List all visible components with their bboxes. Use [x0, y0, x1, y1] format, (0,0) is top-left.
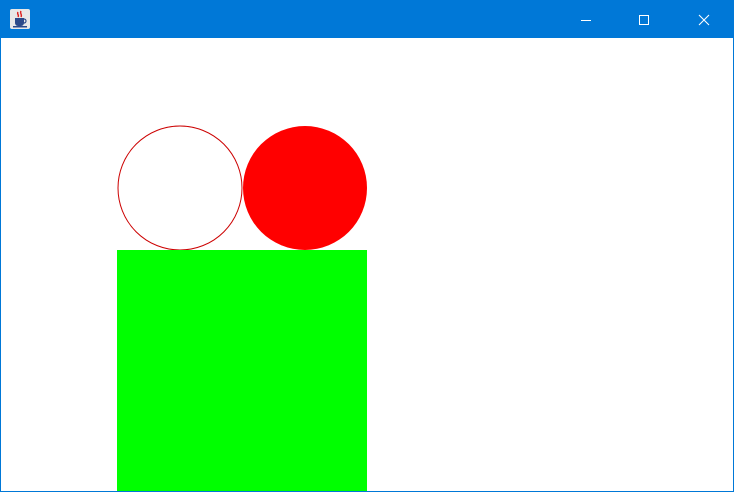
minimize-button[interactable]: [557, 1, 615, 38]
app-window: [0, 0, 734, 492]
filled-circle: [243, 126, 367, 250]
title-bar[interactable]: [1, 1, 733, 38]
drawing-canvas: [1, 38, 733, 491]
close-icon: [698, 14, 710, 26]
maximize-button[interactable]: [615, 1, 673, 38]
minimize-icon: [580, 14, 592, 26]
canvas-svg: [117, 125, 367, 491]
java-cup-icon[interactable]: [10, 9, 30, 29]
close-button[interactable]: [675, 1, 733, 38]
filled-square: [117, 250, 367, 491]
maximize-icon: [638, 14, 650, 26]
outline-circle: [117, 125, 243, 251]
